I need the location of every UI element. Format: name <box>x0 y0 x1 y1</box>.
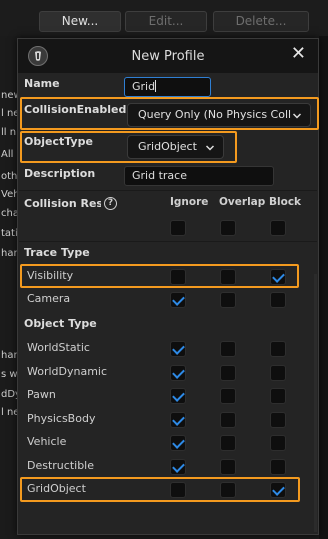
background-list-item: cha <box>1 208 17 219</box>
collision-responses-label: Collision Respo <box>24 197 101 210</box>
channel-label: Camera <box>27 292 71 305</box>
ignore-checkbox[interactable] <box>170 388 186 404</box>
name-input[interactable]: Grid <box>124 77 211 97</box>
overlap-checkbox[interactable] <box>220 482 236 498</box>
description-input[interactable]: Grid trace <box>124 166 274 186</box>
background-list-item: l ne <box>1 407 17 418</box>
background-list-item: oth <box>1 171 17 182</box>
overlap-checkbox[interactable] <box>220 269 236 285</box>
channel-label: Pawn <box>27 388 56 401</box>
overlap-checkbox[interactable] <box>220 341 236 357</box>
channel-label: WorldDynamic <box>27 364 108 378</box>
panel-scrollbar[interactable] <box>319 36 328 539</box>
dialog-titlebar[interactable]: New Profile ✕ <box>18 39 318 73</box>
collision-enabled-label: CollisionEnabled <box>24 103 127 116</box>
background-list-item: ll n <box>1 127 17 138</box>
channel-label: Vehicle <box>27 435 67 448</box>
name-label: Name <box>24 77 60 90</box>
ignore-checkbox[interactable] <box>170 269 186 285</box>
description-label: Description <box>24 167 96 180</box>
ignore-all-checkbox[interactable] <box>170 220 186 236</box>
block-checkbox[interactable] <box>270 292 286 308</box>
overlap-checkbox[interactable] <box>220 388 236 404</box>
column-header-ignore: Ignore <box>170 196 209 208</box>
ignore-checkbox[interactable] <box>170 364 186 381</box>
block-checkbox[interactable] <box>270 364 286 381</box>
ignore-checkbox[interactable] <box>170 341 186 357</box>
column-header-block: Block <box>269 196 302 208</box>
chevron-down-icon <box>293 113 301 119</box>
channel-label: PhysicsBody <box>27 411 96 425</box>
background-list-item: han <box>1 350 17 361</box>
name-input-value: Grid <box>132 80 156 93</box>
block-checkbox[interactable] <box>270 388 286 404</box>
block-checkbox[interactable] <box>270 411 286 428</box>
block-checkbox[interactable] <box>270 341 286 357</box>
help-icon[interactable]: ? <box>104 197 117 210</box>
delete-button[interactable]: Delete... <box>213 11 309 32</box>
trace-type-header: Trace Type <box>24 246 90 259</box>
edit-button[interactable]: Edit... <box>125 11 207 32</box>
background-list-item: dDy <box>1 389 17 400</box>
overlap-checkbox[interactable] <box>220 411 236 428</box>
channel-label: Visibility <box>27 269 74 282</box>
channel-label: GridObject <box>27 482 86 495</box>
dialog-scrollbar[interactable] <box>314 274 317 532</box>
overlap-checkbox[interactable] <box>220 292 236 308</box>
ignore-checkbox[interactable] <box>170 292 186 308</box>
text-caret <box>155 80 157 92</box>
channel-label: Destructible <box>27 458 94 472</box>
block-checkbox[interactable] <box>270 435 286 451</box>
overlap-all-checkbox[interactable] <box>220 220 236 236</box>
background-list-item: har <box>1 248 17 259</box>
divider <box>19 241 317 242</box>
background-list-item: Vehi <box>1 189 17 200</box>
block-checkbox[interactable] <box>270 458 286 475</box>
new-profile-dialog: New Profile ✕ Name Grid CollisionEnabled… <box>17 38 319 535</box>
overlap-checkbox[interactable] <box>220 364 236 381</box>
background-list-item: s wi <box>1 369 17 380</box>
collision-enabled-value: Query Only (No Physics Coll <box>138 108 292 121</box>
background-list-item: new <box>1 90 17 101</box>
block-checkbox[interactable] <box>270 482 286 498</box>
object-type-label: ObjectType <box>24 135 93 148</box>
new-button[interactable]: New... <box>39 11 121 32</box>
ignore-checkbox[interactable] <box>170 435 186 451</box>
collision-enabled-dropdown[interactable]: Query Only (No Physics Coll <box>127 103 311 127</box>
close-icon[interactable]: ✕ <box>291 43 306 64</box>
overlap-checkbox[interactable] <box>220 435 236 451</box>
object-type-header: Object Type <box>24 317 97 330</box>
object-type-value: GridObject <box>138 140 197 153</box>
column-header-overlap: Overlap <box>219 196 266 208</box>
background-list-item: l ne <box>1 108 17 119</box>
overlap-checkbox[interactable] <box>220 458 236 475</box>
divider <box>19 190 317 191</box>
editor-toolbar: New... Edit... Delete... <box>0 0 328 36</box>
ignore-checkbox[interactable] <box>170 458 186 475</box>
ignore-checkbox[interactable] <box>170 482 186 498</box>
chevron-down-icon <box>206 145 214 151</box>
block-checkbox[interactable] <box>270 269 286 285</box>
ignore-checkbox[interactable] <box>170 411 186 428</box>
object-type-dropdown[interactable]: GridObject <box>127 135 224 159</box>
channel-label: WorldStatic <box>27 341 90 354</box>
description-input-value: Grid trace <box>132 169 187 182</box>
background-list-item: All <box>1 149 14 160</box>
background-list-item: tatio <box>1 228 17 239</box>
dialog-title: New Profile <box>131 49 205 64</box>
block-all-checkbox[interactable] <box>270 220 286 236</box>
